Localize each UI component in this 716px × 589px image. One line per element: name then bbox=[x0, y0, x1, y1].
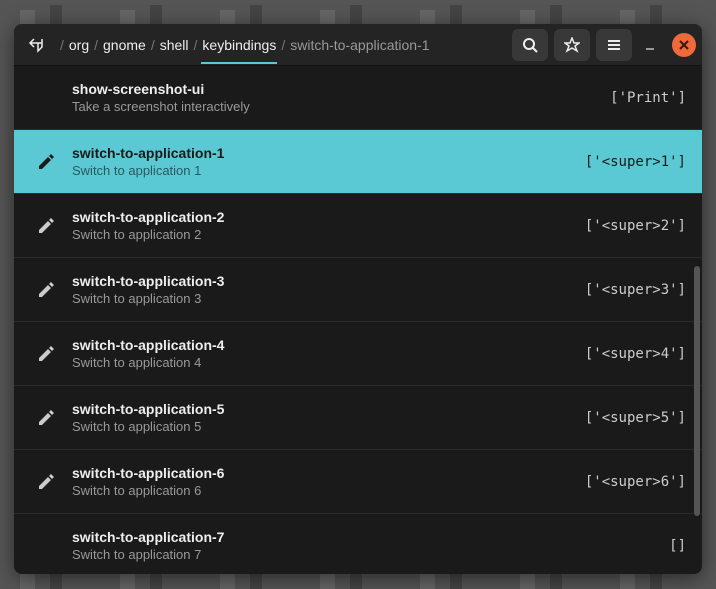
breadcrumb-sep: / bbox=[94, 37, 98, 53]
breadcrumb-item-gnome[interactable]: gnome bbox=[102, 35, 147, 55]
row-text: switch-to-application-7 Switch to applica… bbox=[72, 529, 655, 562]
row-text: switch-to-application-6 Switch to applica… bbox=[72, 465, 571, 498]
breadcrumb-sep: / bbox=[151, 37, 155, 53]
star-icon bbox=[564, 37, 580, 53]
row-text: switch-to-application-3 Switch to applica… bbox=[72, 273, 571, 306]
pencil-icon bbox=[34, 534, 58, 558]
row-value: [] bbox=[669, 538, 686, 554]
row-desc: Switch to application 4 bbox=[72, 355, 571, 370]
pencil-icon bbox=[34, 214, 58, 238]
row-desc: Switch to application 2 bbox=[72, 227, 571, 242]
row-desc: Switch to application 3 bbox=[72, 291, 571, 306]
pencil-icon bbox=[34, 470, 58, 494]
menu-button[interactable] bbox=[596, 29, 632, 61]
row-title: switch-to-application-1 bbox=[72, 145, 571, 161]
breadcrumb-sep: / bbox=[60, 37, 64, 53]
row-desc: Switch to application 6 bbox=[72, 483, 571, 498]
list-row[interactable]: switch-to-application-3 Switch to applica… bbox=[14, 258, 702, 322]
row-text: switch-to-application-1 Switch to applica… bbox=[72, 145, 571, 178]
row-title: switch-to-application-6 bbox=[72, 465, 571, 481]
row-value: ['<super>1'] bbox=[585, 154, 686, 170]
list-row[interactable]: switch-to-application-5 Switch to applica… bbox=[14, 386, 702, 450]
breadcrumb-item-org[interactable]: org bbox=[68, 35, 90, 55]
row-title: switch-to-application-3 bbox=[72, 273, 571, 289]
favorite-button[interactable] bbox=[554, 29, 590, 61]
pencil-icon bbox=[34, 150, 58, 174]
pencil-icon bbox=[34, 342, 58, 366]
row-title: show-screenshot-ui bbox=[72, 81, 596, 97]
row-text: switch-to-application-2 Switch to applica… bbox=[72, 209, 571, 242]
search-button[interactable] bbox=[512, 29, 548, 61]
row-desc: Switch to application 5 bbox=[72, 419, 571, 434]
row-value: ['<super>6'] bbox=[585, 474, 686, 490]
close-button[interactable] bbox=[672, 33, 696, 57]
breadcrumb-sep: / bbox=[194, 37, 198, 53]
navigate-icon bbox=[28, 37, 44, 53]
row-title: switch-to-application-4 bbox=[72, 337, 571, 353]
breadcrumb-item-shell[interactable]: shell bbox=[159, 35, 190, 55]
row-value: ['<super>2'] bbox=[585, 218, 686, 234]
row-value: ['<super>4'] bbox=[585, 346, 686, 362]
breadcrumb-item-current[interactable]: switch-to-application-1 bbox=[289, 35, 430, 55]
row-title: switch-to-application-5 bbox=[72, 401, 571, 417]
breadcrumb: / org / gnome / shell / keybindings / sw… bbox=[56, 26, 508, 64]
list-row[interactable]: show-screenshot-ui Take a screenshot inte… bbox=[14, 66, 702, 130]
pencil-icon bbox=[34, 86, 58, 110]
row-title: switch-to-application-2 bbox=[72, 209, 571, 225]
content-area[interactable]: show-screenshot-ui Take a screenshot inte… bbox=[14, 66, 702, 574]
row-text: switch-to-application-5 Switch to applica… bbox=[72, 401, 571, 434]
app-window: / org / gnome / shell / keybindings / sw… bbox=[14, 24, 702, 574]
list-row[interactable]: switch-to-application-4 Switch to applica… bbox=[14, 322, 702, 386]
hamburger-icon bbox=[606, 37, 622, 53]
pencil-icon bbox=[34, 278, 58, 302]
row-text: show-screenshot-ui Take a screenshot inte… bbox=[72, 81, 596, 114]
list-row[interactable]: switch-to-application-1 Switch to applica… bbox=[14, 130, 702, 194]
row-title: switch-to-application-7 bbox=[72, 529, 655, 545]
row-desc: Take a screenshot interactively bbox=[72, 99, 596, 114]
row-text: switch-to-application-4 Switch to applica… bbox=[72, 337, 571, 370]
scrollbar-thumb[interactable] bbox=[694, 266, 700, 516]
row-desc: Switch to application 7 bbox=[72, 547, 655, 562]
minimize-icon bbox=[643, 38, 657, 52]
close-icon bbox=[679, 40, 689, 50]
settings-list: show-screenshot-ui Take a screenshot inte… bbox=[14, 66, 702, 574]
minimize-button[interactable] bbox=[638, 33, 662, 57]
header-actions bbox=[512, 29, 696, 61]
list-row[interactable]: switch-to-application-6 Switch to applica… bbox=[14, 450, 702, 514]
row-value: ['Print'] bbox=[610, 90, 686, 106]
row-desc: Switch to application 1 bbox=[72, 163, 571, 178]
breadcrumb-item-keybindings[interactable]: keybindings bbox=[201, 26, 277, 64]
pencil-icon bbox=[34, 406, 58, 430]
row-value: ['<super>5'] bbox=[585, 410, 686, 426]
list-row[interactable]: switch-to-application-2 Switch to applica… bbox=[14, 194, 702, 258]
list-row[interactable]: switch-to-application-7 Switch to applica… bbox=[14, 514, 702, 574]
search-icon bbox=[522, 37, 538, 53]
breadcrumb-sep: / bbox=[281, 37, 285, 53]
back-button[interactable] bbox=[20, 29, 52, 61]
row-value: ['<super>3'] bbox=[585, 282, 686, 298]
headerbar: / org / gnome / shell / keybindings / sw… bbox=[14, 24, 702, 66]
